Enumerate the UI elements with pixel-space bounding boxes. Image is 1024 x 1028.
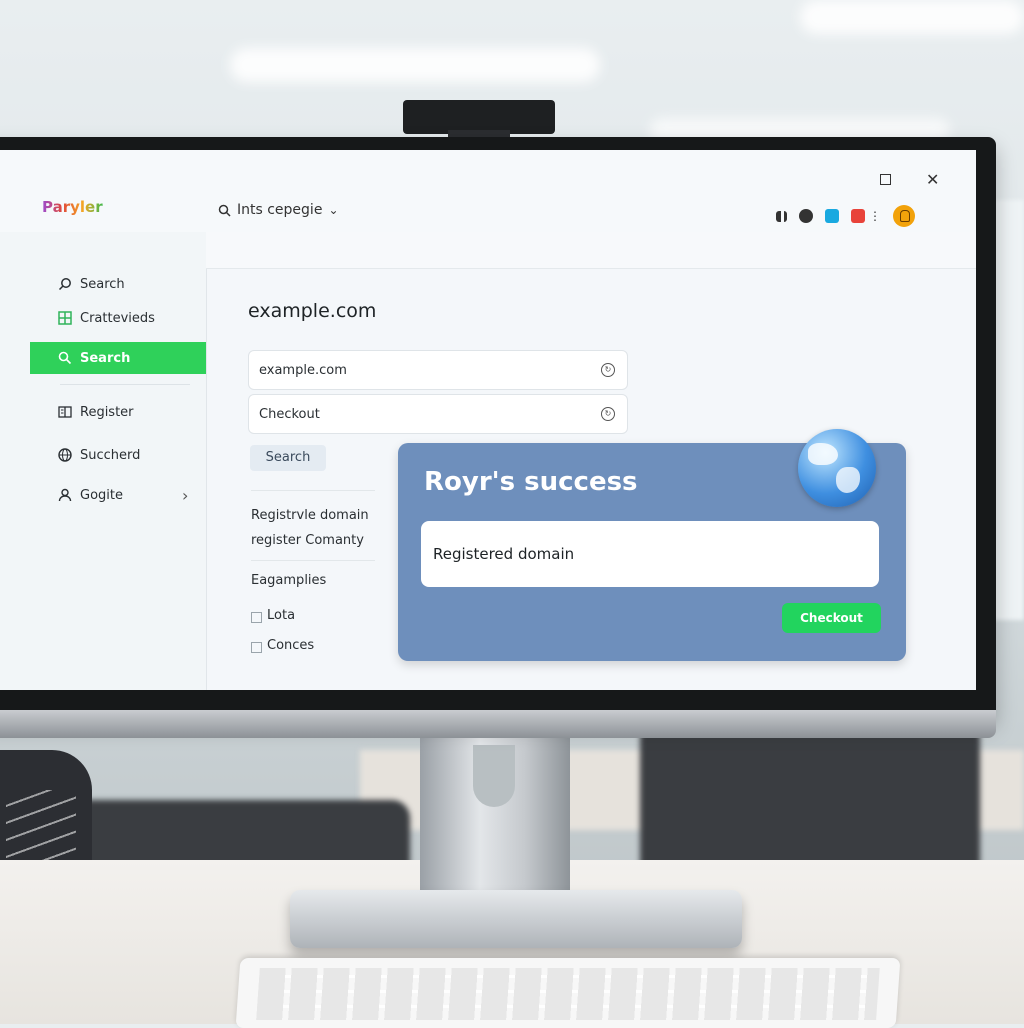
clock-icon[interactable]: ↻ xyxy=(601,407,615,421)
monitor-base xyxy=(290,890,742,948)
sidebar: Search Crattevieds Search Register Succh… xyxy=(0,232,207,690)
sidebar-item-search-active[interactable]: Search xyxy=(30,342,206,374)
checkout-input-value: Checkout xyxy=(259,406,320,422)
option-label: Conces xyxy=(267,638,315,653)
top-search[interactable]: Ints cepegie ⌄ xyxy=(218,202,339,218)
check-icon[interactable] xyxy=(825,209,839,223)
page-title: example.com xyxy=(248,300,377,322)
globe-icon xyxy=(798,429,876,507)
option-label: Lota xyxy=(267,608,296,623)
search-icon xyxy=(58,277,72,291)
link-register-domain[interactable]: Registrvle domain xyxy=(251,508,369,523)
clock-icon[interactable]: ↻ xyxy=(601,363,615,377)
bag-icon[interactable] xyxy=(851,209,865,223)
sidebar-item-gogite[interactable]: Gogite › xyxy=(0,479,206,511)
sidebar-divider xyxy=(60,384,190,385)
webcam xyxy=(403,100,555,144)
top-bar: Paryler Ints cepegie ⌄ ✕ ⋮ xyxy=(0,150,976,233)
sidebar-item-label: Succherd xyxy=(80,447,141,463)
success-title: Royr's success xyxy=(424,467,638,497)
main-header-strip xyxy=(206,232,976,269)
checkbox-conces[interactable] xyxy=(251,642,262,653)
sidebar-item-label: Search xyxy=(80,276,125,292)
close-button[interactable]: ✕ xyxy=(926,170,939,189)
domain-input[interactable]: example.com ↻ xyxy=(248,350,628,390)
success-card: Royr's success Registered domain Checkou… xyxy=(398,429,906,661)
divider xyxy=(251,560,375,561)
register-icon xyxy=(58,405,72,419)
sidebar-item-label: Register xyxy=(80,404,134,420)
ceiling-light xyxy=(800,0,1024,34)
examples-heading: Eagamplies xyxy=(251,573,327,588)
toolbar-icons: ⋮ xyxy=(776,205,915,227)
user-icon xyxy=(58,488,72,502)
sidebar-item-label: Search xyxy=(80,350,131,366)
chevron-right-icon: › xyxy=(182,485,189,505)
search-icon xyxy=(58,351,72,365)
app-logo[interactable]: Paryler xyxy=(42,198,103,216)
maximize-button[interactable] xyxy=(880,174,891,185)
stand-cable-hole xyxy=(473,745,515,807)
top-search-text: Ints cepegie xyxy=(237,202,323,218)
search-button[interactable]: Search xyxy=(250,445,326,471)
more-icon[interactable]: ⋮ xyxy=(869,209,881,223)
checkbox-lota[interactable] xyxy=(251,612,262,623)
sidebar-item-succherd[interactable]: Succherd xyxy=(0,439,206,471)
registered-domain-field[interactable]: Registered domain xyxy=(421,521,879,587)
settings-icon[interactable] xyxy=(799,209,813,223)
domain-input-value: example.com xyxy=(259,362,347,378)
sidebar-item-label: Crattevieds xyxy=(80,310,155,326)
monitor-rim xyxy=(0,710,996,738)
link-register-company[interactable]: register Comanty xyxy=(251,533,364,548)
checkout-input[interactable]: Checkout ↻ xyxy=(248,394,628,434)
avatar[interactable] xyxy=(893,205,915,227)
sidebar-item-register[interactable]: Register xyxy=(0,396,206,428)
grid-icon xyxy=(58,311,72,325)
sidebar-item-search[interactable]: Search xyxy=(0,268,206,300)
sidebar-item-crattevieds[interactable]: Crattevieds xyxy=(0,302,206,334)
apps-grid-icon[interactable] xyxy=(776,210,787,222)
globe-icon xyxy=(58,448,72,462)
screen: Paryler Ints cepegie ⌄ ✕ ⋮ Search Cratte… xyxy=(0,150,976,690)
checkout-button[interactable]: Checkout xyxy=(782,603,881,633)
ceiling-light xyxy=(230,48,600,82)
chevron-down-icon: ⌄ xyxy=(328,203,339,217)
search-icon xyxy=(218,204,231,217)
divider xyxy=(251,490,375,491)
sidebar-item-label: Gogite xyxy=(80,487,123,503)
keyboard xyxy=(235,958,901,1028)
